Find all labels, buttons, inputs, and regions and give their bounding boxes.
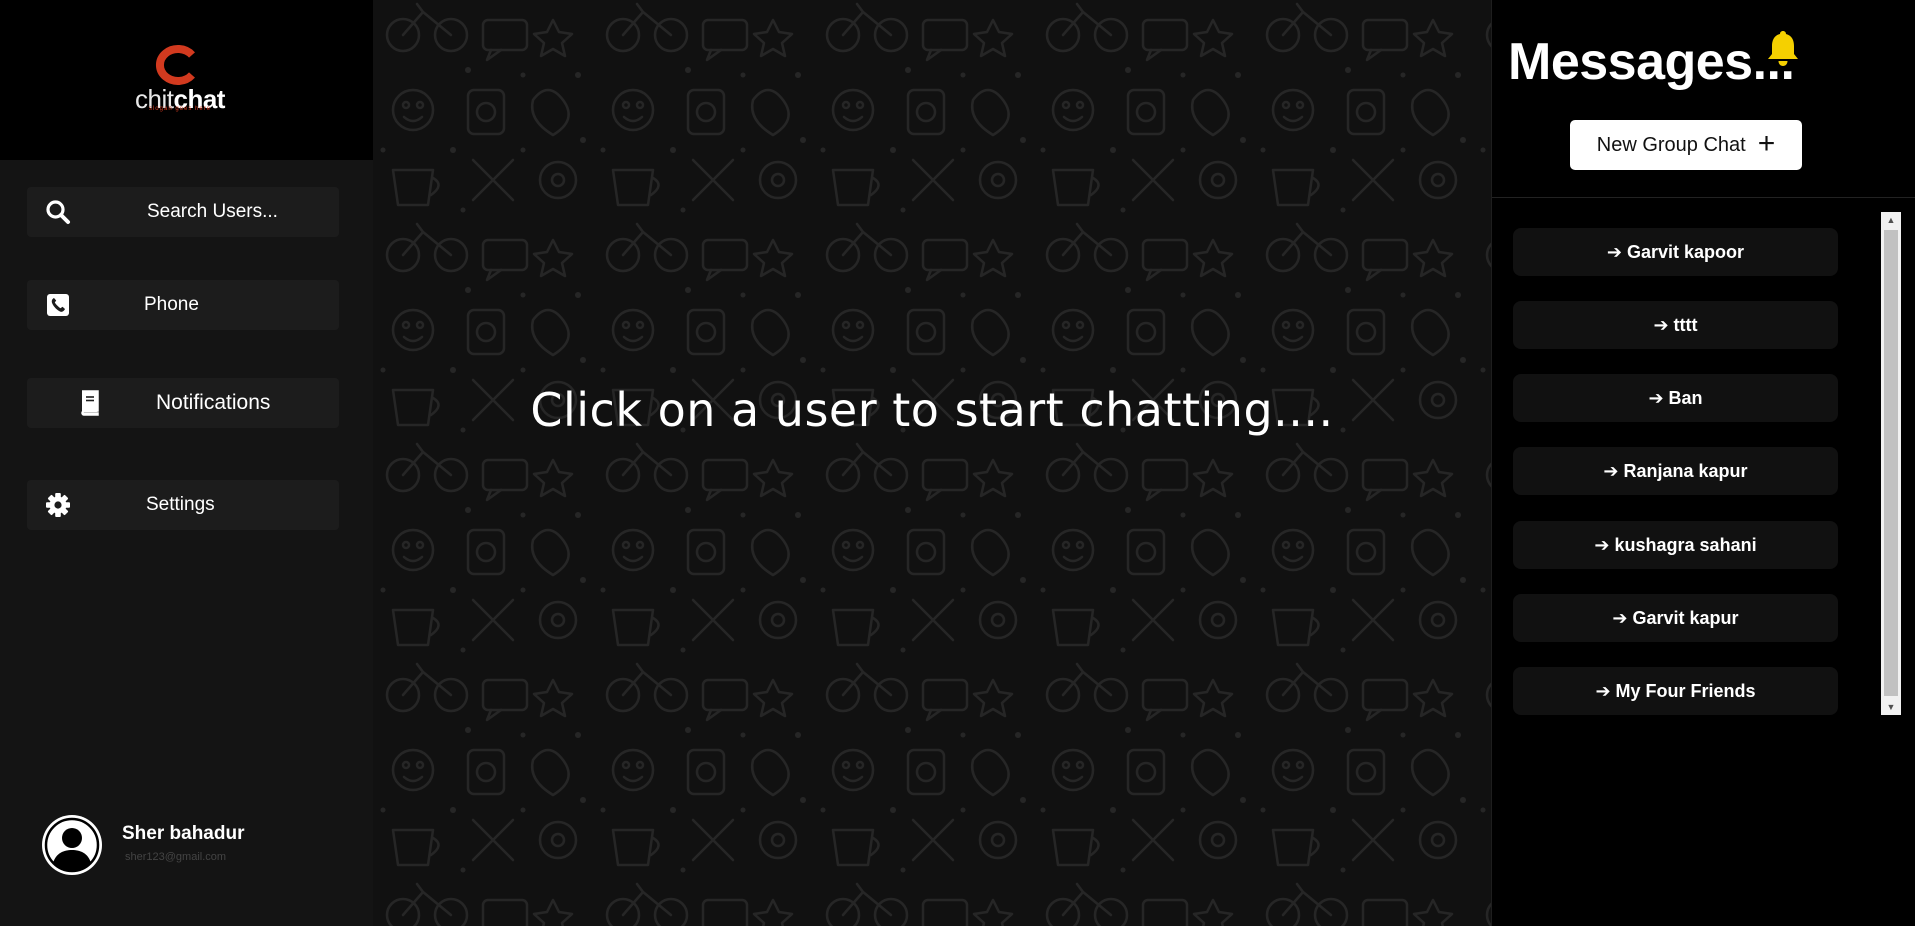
chat-item-label: Ban xyxy=(1668,387,1703,408)
scrollbar-thumb[interactable] xyxy=(1884,230,1898,696)
scroll-down-icon[interactable]: ▼ xyxy=(1881,699,1901,715)
doodle-background xyxy=(373,0,1491,926)
chat-item-tttt[interactable]: ➔ tttt xyxy=(1513,301,1838,349)
logo-icon xyxy=(155,45,195,85)
book-icon xyxy=(77,390,103,416)
page-title: Messages... xyxy=(1508,33,1795,91)
chat-item-ranjana-kapur[interactable]: ➔ Ranjana kapur xyxy=(1513,447,1838,495)
sidebar-item-label: Notifications xyxy=(156,391,271,414)
new-group-chat-label: New Group Chat xyxy=(1596,133,1746,156)
arrow-right-icon: ➔ xyxy=(1595,680,1611,701)
chat-item-ban[interactable]: ➔ Ban xyxy=(1513,374,1838,422)
bell-icon[interactable] xyxy=(1765,28,1801,68)
new-group-chat-button[interactable]: New Group Chat + xyxy=(1570,120,1802,170)
sidebar: chitchat slogan goes here Search Users..… xyxy=(0,0,373,926)
chat-item-label: Garvit kapoor xyxy=(1627,241,1745,262)
phone-icon xyxy=(45,292,71,318)
sidebar-item-notifications[interactable]: Notifications xyxy=(27,378,339,428)
user-profile[interactable]: Sher bahadur sher123@gmail.com xyxy=(42,815,342,875)
gear-icon xyxy=(45,492,71,518)
arrow-right-icon: ➔ xyxy=(1648,387,1664,408)
chat-item-garvit-kapur[interactable]: ➔ Garvit kapur xyxy=(1513,594,1838,642)
sidebar-item-search[interactable]: Search Users... xyxy=(27,187,339,237)
arrow-right-icon: ➔ xyxy=(1603,460,1619,481)
chat-item-label: kushagra sahani xyxy=(1614,534,1757,555)
user-avatar-icon xyxy=(43,816,101,874)
empty-chat-prompt: Click on a user to start chatting.... xyxy=(530,383,1334,437)
sidebar-item-label: Settings xyxy=(146,494,215,515)
messages-panel: Messages... New Group Chat + ➔ Garvit ka… xyxy=(1491,0,1915,926)
arrow-right-icon: ➔ xyxy=(1606,241,1623,262)
sidebar-item-settings[interactable]: Settings xyxy=(27,480,339,530)
plus-icon: + xyxy=(1757,126,1776,160)
arrow-right-icon: ➔ xyxy=(1594,534,1610,555)
avatar xyxy=(42,815,102,875)
chat-item-my-four-friends[interactable]: ➔ My Four Friends xyxy=(1513,667,1838,715)
chat-item-label: Ranjana kapur xyxy=(1623,460,1748,481)
arrow-right-icon: ➔ xyxy=(1653,314,1669,335)
search-icon xyxy=(45,199,71,225)
chat-item-label: tttt xyxy=(1673,314,1698,335)
divider xyxy=(1492,197,1915,198)
sidebar-item-label: Search Users... xyxy=(147,201,278,222)
chat-item-garvit-kapoor[interactable]: ➔ Garvit kapoor xyxy=(1513,228,1838,276)
app-root: chitchat slogan goes here Search Users..… xyxy=(0,0,1915,926)
chat-list-scrollbar[interactable]: ▲ ▼ xyxy=(1881,212,1901,715)
logo-area: chitchat slogan goes here xyxy=(0,0,373,160)
chat-list: ➔ Garvit kapoor ➔ tttt ➔ Ban ➔ Ranjana k… xyxy=(1513,212,1841,717)
sidebar-item-phone[interactable]: Phone xyxy=(27,280,339,330)
arrow-right-icon: ➔ xyxy=(1612,607,1628,628)
profile-email: sher123@gmail.com xyxy=(125,851,227,863)
chat-item-kushagra-sahani[interactable]: ➔ kushagra sahani xyxy=(1513,521,1838,569)
logo-slogan: slogan goes here xyxy=(148,106,212,112)
scroll-up-icon[interactable]: ▲ xyxy=(1881,212,1901,228)
profile-name: Sher bahadur xyxy=(122,823,245,844)
chat-item-label: My Four Friends xyxy=(1615,680,1756,701)
chat-area: Click on a user to start chatting.... xyxy=(373,0,1491,926)
sidebar-item-label: Phone xyxy=(144,294,199,315)
chat-item-label: Garvit kapur xyxy=(1632,607,1739,628)
